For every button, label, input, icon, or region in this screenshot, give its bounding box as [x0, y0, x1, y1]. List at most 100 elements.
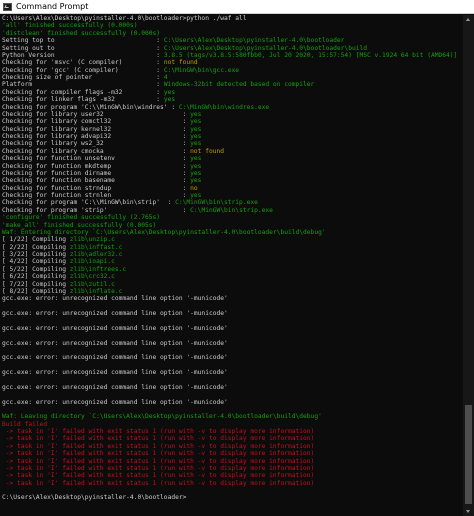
console-text-segment: Build failed [2, 420, 48, 428]
console-text-segment: Checking for function unsetenv : [2, 155, 191, 163]
console-text-segment: -> task in 'I' failed with exit status 1… [2, 472, 315, 480]
console-line: C:\Users\Alex\Desktop\pyinstaller-4.0\bo… [2, 15, 462, 22]
console-text-segment: -> task in 'I' failed with exit status 1… [2, 428, 315, 435]
console-line: [ 2/22] Compiling zlib\inffast.c [2, 244, 462, 251]
scroll-up-arrow-icon[interactable] [466, 18, 470, 21]
console-text-segment: not found [163, 59, 198, 67]
console-line: Checking for linker flags -m32 : yes [2, 96, 462, 103]
console-text-segment: yes [190, 155, 202, 163]
console-text-segment: yes [190, 177, 202, 185]
console-line: Checking for library advapi32 : yes [2, 133, 462, 140]
console-text-segment: -> task in 'I' failed with exit status 1… [2, 464, 315, 472]
console-text-segment: Checking size of pointer : [2, 74, 164, 81]
console-text-segment: C:\MinGW\bin\strip.exe [175, 199, 258, 207]
console-line: -> task in 'I' failed with exit status 1… [2, 465, 462, 472]
console-text-segment: gcc.exe: error: unrecognized command lin… [2, 324, 228, 332]
console-text-segment: -> task in 'I' failed with exit status 1… [2, 450, 315, 458]
console-text-segment: C:\MinGW\bin\strip.exe [190, 206, 273, 214]
console-line: gcc.exe: error: unrecognized command lin… [2, 295, 462, 302]
console-text-segment: C:\Users\Alex\Desktop\pyinstaller-4.0\bo… [2, 15, 247, 22]
console-line: Checking for library comctl32 : yes [2, 118, 462, 125]
console-text-segment: yes [163, 88, 176, 96]
console-text-segment: Checking for library comctl32 : [2, 118, 191, 126]
console-text-segment: Python Version : [2, 51, 164, 59]
console-text-segment: [ 1/22] Compiling [2, 236, 70, 244]
console-text-segment: zlib\inftrees.c [69, 265, 127, 273]
console-line: [ 8/22] Compiling zlib\inflate.c [2, 288, 462, 295]
console-text-segment: C:\MinGW\bin\windres.exe [178, 103, 270, 111]
console-line: Checking for 'msvc' (C compiler) : not f… [2, 59, 462, 66]
console-text-segment: C:\Users\Alex\Desktop\pyinstaller-4.0\bo… [2, 494, 187, 502]
console-text-segment: zlib\adler32.c [69, 251, 123, 258]
console-line: Checking for library cmocka : not found [2, 148, 462, 155]
console-line: gcc.exe: error: unrecognized command lin… [2, 354, 462, 361]
console-text-segment: yes [163, 96, 176, 104]
console-text-segment: C:\MinGW\bin\gcc.exe [163, 66, 240, 74]
console-line: Waf: Entering directory `C:\Users\Alex\D… [2, 229, 462, 236]
scroll-down-arrow-icon[interactable] [466, 510, 470, 513]
console-text-segment: zlib\inflate.c [69, 287, 123, 295]
console-line: Platform : Windows-32bit detected based … [2, 81, 462, 88]
console-output[interactable]: C:\Users\Alex\Desktop\pyinstaller-4.0\bo… [2, 15, 462, 516]
console-text-segment: Setting top to : [2, 37, 164, 45]
console-line: Setting out to : C:\Users\Alex\Desktop\p… [2, 45, 462, 52]
console-line: Checking for program 'C:\\MinGW\bin\stri… [2, 199, 462, 206]
console-line: gcc.exe: error: unrecognized command lin… [2, 369, 462, 376]
console-text-segment: yes [190, 133, 202, 140]
console-text-segment: zlib\unzip.c [69, 236, 115, 244]
console-line: -> task in 'I' failed with exit status 1… [2, 458, 462, 465]
console-text-segment: [ 7/22] Compiling [2, 280, 70, 288]
console-text-segment: Checking for compiler flags -m32 : [2, 88, 164, 96]
console-line: Checking for function unsetenv : yes [2, 155, 462, 162]
console-text-segment: yes [190, 162, 202, 170]
console-text-segment: yes [190, 169, 202, 177]
vertical-scrollbar[interactable] [463, 15, 474, 516]
console-text-segment: Checking for 'msvc' (C compiler) : [2, 59, 164, 67]
title-bar[interactable]: Command Prompt [0, 0, 474, 14]
console-line: -> task in 'I' failed with exit status 1… [2, 443, 462, 450]
console-line: [ 4/22] Compiling zlib\ioapi.c [2, 258, 462, 265]
console-text-segment: 4 [163, 74, 168, 81]
console-line: [ 1/22] Compiling zlib\unzip.c [2, 236, 462, 243]
console-text-segment: Platform : [2, 81, 164, 89]
console-line: C:\Users\Alex\Desktop\pyinstaller-4.0\bo… [2, 494, 462, 501]
console-text-segment: Setting out to : [2, 44, 164, 52]
window-title: Command Prompt [16, 2, 89, 11]
console-line: Build failed [2, 421, 462, 428]
console-text-segment: gcc.exe: error: unrecognized command lin… [2, 295, 228, 303]
command-prompt-window: Command Prompt C:\Users\Alex\Desktop\pyi… [0, 0, 474, 516]
console-text-segment: gcc.exe: error: unrecognized command lin… [2, 383, 228, 391]
console-text-segment: -> task in 'I' failed with exit status 1… [2, 479, 315, 487]
console-text-segment: C:\Users\Alex\Desktop\pyinstaller-4.0\bo… [163, 37, 345, 45]
console-text-segment: yes [190, 192, 202, 199]
console-text-segment: [ 2/22] Compiling [2, 243, 70, 251]
console-line: Checking for library kernel32 : yes [2, 126, 462, 133]
console-line: Checking for function mkdtemp : yes [2, 163, 462, 170]
console-line: gcc.exe: error: unrecognized command lin… [2, 325, 462, 332]
console-line: Checking for compiler flags -m32 : yes [2, 89, 462, 96]
console-line: -> task in 'I' failed with exit status 1… [2, 450, 462, 457]
console-line: 'configure' finished successfully (2.765… [2, 214, 462, 221]
scroll-thumb[interactable] [465, 405, 472, 504]
console-line: [ 6/22] Compiling zlib\crc32.c [2, 273, 462, 280]
console-text-segment: zlib\ioapi.c [69, 258, 115, 266]
console-line: Waf: Leaving directory `C:\Users\Alex\De… [2, 413, 462, 420]
console-line: Checking for library user32 : yes [2, 111, 462, 118]
console-text-segment: [ 4/22] Compiling [2, 258, 70, 266]
console-text-segment: 3.8.5 (tags/v3.8.5:580fbb0, Jul 20 2020,… [163, 51, 458, 59]
console-text-segment: 'configure' finished successfully (2.765… [2, 214, 161, 222]
console-text-segment: Checking for library ws2_32 : [2, 140, 191, 148]
console-text-segment: Waf: Leaving directory `C:\Users\Alex\De… [2, 413, 322, 421]
console-text-segment: Checking for function basename : [2, 177, 191, 185]
console-line: -> task in 'I' failed with exit status 1… [2, 428, 462, 435]
console-line: Setting top to : C:\Users\Alex\Desktop\p… [2, 37, 462, 44]
console-text-segment: [ 8/22] Compiling [2, 287, 70, 295]
console-text-segment: Windows-32bit detected based on compiler [163, 81, 315, 89]
console-line: Checking for function dirname : yes [2, 170, 462, 177]
console-text-segment: gcc.exe: error: unrecognized command lin… [2, 354, 228, 362]
console-text-segment: zlib\inffast.c [69, 243, 123, 251]
